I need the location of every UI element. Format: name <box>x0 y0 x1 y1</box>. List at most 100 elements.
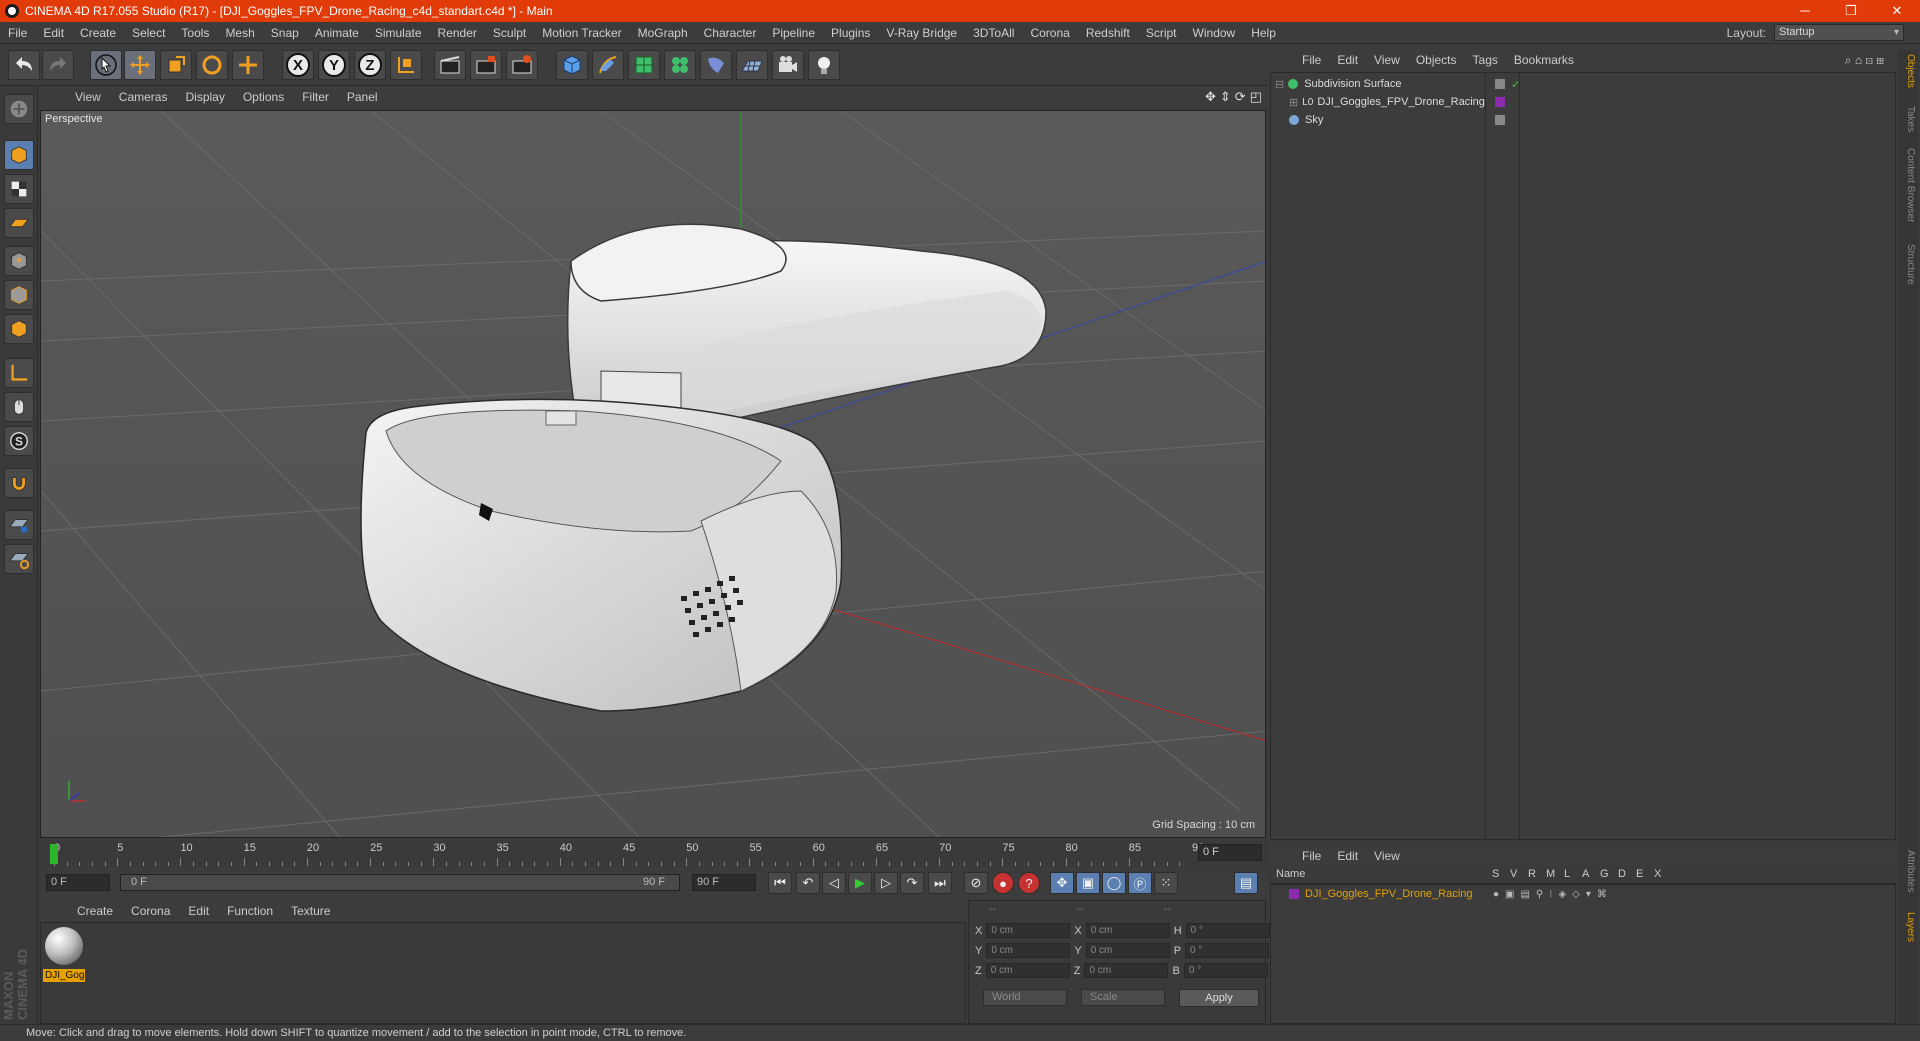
texture-mode-button[interactable] <box>4 174 34 204</box>
perspective-viewport[interactable]: Perspective Grid Spacing : 10 cm <box>40 110 1266 838</box>
menu-sculpt[interactable]: Sculpt <box>485 26 534 40</box>
menu-motion-tracker[interactable]: Motion Tracker <box>534 26 629 40</box>
rotation-h-field[interactable]: 0 ° <box>1185 923 1270 938</box>
dolly-icon[interactable]: ⇕ <box>1220 89 1231 105</box>
menu-corona[interactable]: Corona <box>1022 26 1077 40</box>
cube-primitive-button[interactable] <box>556 50 588 80</box>
menu-pipeline[interactable]: Pipeline <box>764 26 823 40</box>
layer-tag-icon[interactable] <box>1495 115 1505 125</box>
start-frame-field[interactable]: 0 F <box>46 874 110 891</box>
layer-row[interactable]: DJI_Goggles_FPV_Drone_Racing ●▣▤⚲⁝◈◇▾⌘ <box>1275 885 1887 903</box>
next-frame-button[interactable]: ▷ <box>874 872 898 894</box>
render-settings-button[interactable] <box>506 50 538 80</box>
size-x-field[interactable]: 0 cm <box>1085 923 1170 938</box>
orbit-icon[interactable]: ⟳ <box>1235 89 1246 105</box>
polygons-mode-button[interactable] <box>4 314 34 344</box>
rotate-tool-button[interactable] <box>196 50 228 80</box>
menu-create[interactable]: Create <box>72 26 124 40</box>
viewport-menu-filter[interactable]: Filter <box>293 90 338 104</box>
coordinate-mode-dropdown[interactable]: World <box>983 989 1067 1006</box>
viewport-menu-options[interactable]: Options <box>234 90 293 104</box>
menu-select[interactable]: Select <box>124 26 173 40</box>
autokey-button[interactable]: ? <box>1018 872 1040 894</box>
menu-plugins[interactable]: Plugins <box>823 26 878 40</box>
timeline-window-button[interactable]: ▤ <box>1234 872 1258 894</box>
enable-axis-button[interactable] <box>4 358 34 388</box>
object-row-subdivision[interactable]: ⊟ Subdivision Surface ✓ <box>1275 75 1887 93</box>
end-frame-field[interactable]: 90 F <box>692 874 756 891</box>
redo-button[interactable] <box>42 50 74 80</box>
subdivision-surface-button[interactable] <box>628 50 660 80</box>
rotation-b-field[interactable]: 0 ° <box>1183 963 1268 978</box>
material-menu-function[interactable]: Function <box>218 904 282 918</box>
planar-workplane-button[interactable] <box>4 544 34 574</box>
menu-character[interactable]: Character <box>696 26 765 40</box>
model-mode-button[interactable] <box>4 140 34 170</box>
current-frame-field[interactable]: 0 F <box>1198 844 1262 861</box>
range-slider[interactable]: 0 F 90 F <box>120 874 680 891</box>
position-y-field[interactable]: 0 cm <box>986 943 1071 958</box>
apply-button[interactable]: Apply <box>1179 989 1259 1007</box>
pan-icon[interactable]: ✥ <box>1205 89 1216 105</box>
object-row-goggles[interactable]: ⊞ L0 DJI_Goggles_FPV_Drone_Racing <box>1275 93 1887 111</box>
minimize-button[interactable]: ─ <box>1782 0 1828 22</box>
menu-mograph[interactable]: MoGraph <box>630 26 696 40</box>
timeline-ruler[interactable]: 051015202530354045505560657075808590 0 F <box>40 840 1266 866</box>
position-x-field[interactable]: 0 cm <box>986 923 1071 938</box>
next-key-button[interactable]: ↷ <box>900 872 924 894</box>
tab-layers[interactable]: Layers <box>1900 912 1916 942</box>
object-menu-objects[interactable]: Objects <box>1408 53 1465 67</box>
coordinate-system-button[interactable] <box>390 50 422 80</box>
menu-animate[interactable]: Animate <box>307 26 367 40</box>
object-menu-tags[interactable]: Tags <box>1465 53 1506 67</box>
position-z-field[interactable]: 0 cm <box>985 963 1070 978</box>
menu-redshift[interactable]: Redshift <box>1078 26 1138 40</box>
material-name-label[interactable]: DJI_Gog <box>43 969 85 982</box>
size-z-field[interactable]: 0 cm <box>1084 963 1169 978</box>
object-menu-bookmarks[interactable]: Bookmarks <box>1506 53 1582 67</box>
menu-help[interactable]: Help <box>1243 26 1284 40</box>
workplane-mode-button[interactable] <box>4 208 34 238</box>
solo-button[interactable]: S <box>4 426 34 456</box>
floor-button[interactable] <box>736 50 768 80</box>
menu-tools[interactable]: Tools <box>173 26 217 40</box>
layer-flag-icons[interactable]: ●▣▤⚲⁝◈◇▾⌘ <box>1493 889 1613 900</box>
viewport-menu-view[interactable]: View <box>66 90 110 104</box>
layer-menu-file[interactable]: File <box>1294 849 1329 863</box>
close-button[interactable]: ✕ <box>1874 0 1920 22</box>
menu-window[interactable]: Window <box>1185 26 1244 40</box>
layer-menu-edit[interactable]: Edit <box>1329 849 1366 863</box>
points-mode-button[interactable] <box>4 246 34 276</box>
viewport-menu-display[interactable]: Display <box>176 90 233 104</box>
tweak-mode-button[interactable] <box>4 392 34 422</box>
maximize-button[interactable]: ❐ <box>1828 0 1874 22</box>
menu-edit[interactable]: Edit <box>35 26 72 40</box>
enabled-check-icon[interactable]: ✓ <box>1511 78 1520 91</box>
menu-render[interactable]: Render <box>430 26 485 40</box>
material-menu-texture[interactable]: Texture <box>282 904 339 918</box>
frame-ruler[interactable]: 051015202530354045505560657075808590 <box>48 840 1204 866</box>
transform-tool-button[interactable] <box>232 50 264 80</box>
menu-vray-bridge[interactable]: V-Ray Bridge <box>878 26 965 40</box>
scale-tool-button[interactable] <box>160 50 192 80</box>
layer-color-icon[interactable] <box>1495 97 1505 107</box>
size-mode-dropdown[interactable]: Scale <box>1081 989 1165 1006</box>
material-thumbnail[interactable] <box>43 925 85 967</box>
expand-icon[interactable]: ⊞ <box>1289 96 1298 109</box>
tab-structure[interactable]: Structure <box>1900 244 1916 285</box>
object-menu-edit[interactable]: Edit <box>1329 53 1366 67</box>
layout-dropdown[interactable]: Startup <box>1774 24 1904 41</box>
live-selection-button[interactable] <box>90 50 122 80</box>
size-y-field[interactable]: 0 cm <box>1085 943 1170 958</box>
key-position-button[interactable]: ✥ <box>1050 872 1074 894</box>
viewport-camera-label[interactable]: Perspective <box>45 113 102 125</box>
camera-button[interactable] <box>772 50 804 80</box>
tab-attributes[interactable]: Attributes <box>1900 850 1916 892</box>
undo-button[interactable] <box>8 50 40 80</box>
collapse-icon[interactable]: ⊟ <box>1275 78 1284 91</box>
move-tool-button[interactable] <box>124 50 156 80</box>
layer-color-swatch[interactable] <box>1289 889 1299 899</box>
menu-3dtoall[interactable]: 3DToAll <box>965 26 1022 40</box>
play-button[interactable]: ▶ <box>848 872 872 894</box>
viewport-menu-panel[interactable]: Panel <box>338 90 387 104</box>
